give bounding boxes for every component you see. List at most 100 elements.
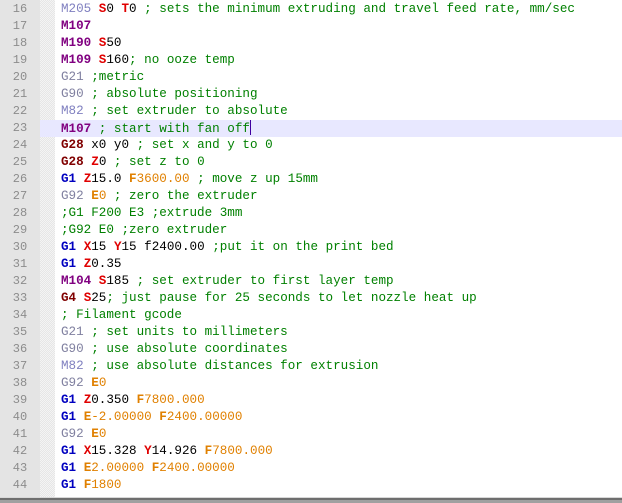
command-token: G1 [61,172,77,186]
value-token: -2.00000 [91,410,152,424]
code-line[interactable]: 17 M107 [0,18,622,35]
line-code[interactable]: G1 E2.00000 F2400.00000 [61,460,235,477]
line-code[interactable]: M107 ; start with fan off [61,120,251,138]
comment-token: ; sets the minimum extruding and travel … [136,2,575,16]
code-line[interactable]: 35 G21 ; set units to millimeters [0,324,622,341]
value-token: x0 y0 [83,138,130,152]
line-code[interactable]: M82 ; use absolute distances for extrusi… [61,358,378,375]
code-line[interactable]: 43 G1 E2.00000 F2400.00000 [0,460,622,477]
value-token [91,53,99,67]
value-token: f2400.00 [136,240,205,254]
value-token: 0.35 [91,257,122,271]
line-code[interactable]: G92 E0 ; zero the extruder [61,188,258,205]
line-code[interactable]: ; Filament gcode [61,307,182,324]
code-line[interactable]: 34 ; Filament gcode [0,307,622,324]
comment-token: ; no ooze temp [129,53,235,67]
code-line[interactable]: 25 G28 Z0 ; set z to 0 [0,154,622,171]
line-code[interactable]: ;G1 F200 E3 ;extrude 3mm [61,205,242,222]
line-code[interactable]: G90 ; absolute positioning [61,86,258,103]
line-number: 29 [12,223,28,237]
command-token: G1 [61,478,77,492]
command-token: G1 [61,257,77,271]
code-lines[interactable]: 16 M205 S0 T0 ; sets the minimum extrudin… [0,1,622,494]
line-code[interactable]: G1 X15.328 Y14.926 F7800.000 [61,443,273,460]
comment-token: ; zero the extruder [106,189,258,203]
line-code[interactable]: G28 x0 y0 ; set x and y to 0 [61,137,273,154]
line-number: 27 [12,189,28,203]
line-number: 42 [12,444,28,458]
line-code[interactable]: G92 E0 [61,426,106,443]
line-code[interactable]: G1 Z15.0 F3600.00 ; move z up 15mm [61,171,318,188]
command-token: G92 [61,189,84,203]
line-code[interactable]: G28 Z0 ; set z to 0 [61,154,205,171]
value-token: 0 [106,2,114,16]
value-token: 15.0 [91,172,122,186]
comment-token: ; move z up 15mm [189,172,318,186]
code-line[interactable]: 39 G1 Z0.350 F7800.000 [0,392,622,409]
code-line[interactable]: 26 G1 Z15.0 F3600.00 ; move z up 15mm [0,171,622,188]
code-line[interactable]: 20 G21 ;metric [0,69,622,86]
code-line[interactable]: 16 M205 S0 T0 ; sets the minimum extrudin… [0,1,622,18]
line-code[interactable]: G1 Z0.35 [61,256,121,273]
code-line[interactable]: 19 M109 S160; no ooze temp [0,52,622,69]
line-code[interactable]: M107 [61,18,91,35]
line-code[interactable]: G1 X15 Y15 f2400.00 ;put it on the print… [61,239,394,256]
code-line[interactable]: 24 G28 x0 y0 ; set x and y to 0 [0,137,622,154]
code-line[interactable]: 22 M82 ; set extruder to absolute [0,103,622,120]
code-line[interactable]: 36 G90 ; use absolute coordinates [0,341,622,358]
line-number: 40 [12,410,28,424]
code-line[interactable]: 30 G1 X15 Y15 f2400.00 ;put it on the pri… [0,239,622,256]
code-line[interactable]: 29 ;G92 E0 ;zero extruder [0,222,622,239]
comment-token: ; absolute positioning [83,87,258,101]
code-line[interactable]: 40 G1 E-2.00000 F2400.00000 [0,409,622,426]
code-line[interactable]: 18 M190 S50 [0,35,622,52]
command-token: M107 [61,122,92,136]
line-number: 39 [12,393,28,407]
line-code[interactable]: G21 ; set units to millimeters [61,324,288,341]
value-token: 3600.00 [136,172,190,186]
line-number: 25 [12,155,28,169]
line-number: 41 [12,427,28,441]
code-line[interactable]: 28 ;G1 F200 E3 ;extrude 3mm [0,205,622,222]
value-token [76,410,84,424]
line-code[interactable]: G1 F1800 [61,477,121,494]
code-line[interactable]: 21 G90 ; absolute positioning [0,86,622,103]
command-token: G21 [61,325,84,339]
value-token [76,172,84,186]
command-token: M82 [61,104,84,118]
comment-token: ;G92 E0 ;zero extruder [61,223,228,237]
value-token: 1800 [91,478,122,492]
code-editor[interactable]: 16 M205 S0 T0 ; sets the minimum extrudin… [0,0,622,497]
code-line[interactable]: 37 M82 ; use absolute distances for extru… [0,358,622,375]
code-line[interactable]: 44 G1 F1800 [0,477,622,494]
command-token: E [91,427,99,441]
code-line[interactable]: 38 G92 E0 [0,375,622,392]
comment-token: ; set z to 0 [106,155,205,169]
code-line[interactable]: 42 G1 X15.328 Y14.926 F7800.000 [0,443,622,460]
line-code[interactable]: G90 ; use absolute coordinates [61,341,288,358]
line-number: 33 [12,291,28,305]
line-number: 38 [12,376,28,390]
line-code[interactable]: G4 S25; just pause for 25 seconds to let… [61,290,477,307]
code-line-current[interactable]: 23 M107 ; start with fan off [0,120,622,137]
code-line[interactable]: 33 G4 S25; just pause for 25 seconds to l… [0,290,622,307]
code-line[interactable]: 31 G1 Z0.35 [0,256,622,273]
code-line[interactable]: 32 M104 S185 ; set extruder to first laye… [0,273,622,290]
line-code[interactable]: M104 S185 ; set extruder to first layer … [61,273,394,290]
code-line[interactable]: 27 G92 E0 ; zero the extruder [0,188,622,205]
code-line[interactable]: 41 G92 E0 [0,426,622,443]
line-code[interactable]: G1 E-2.00000 F2400.00000 [61,409,242,426]
line-code[interactable]: M109 S160; no ooze temp [61,52,235,69]
line-code[interactable]: M82 ; set extruder to absolute [61,103,288,120]
value-token: 15.328 [91,444,137,458]
value-token [91,274,99,288]
command-token: Y [144,444,152,458]
line-code[interactable]: G1 Z0.350 F7800.000 [61,392,205,409]
command-token: F [159,410,167,424]
line-number: 21 [12,87,28,101]
line-code[interactable]: M205 S0 T0 ; sets the minimum extruding … [61,1,575,18]
line-code[interactable]: G92 E0 [61,375,106,392]
line-code[interactable]: G21 ;metric [61,69,144,86]
line-code[interactable]: M190 S50 [61,35,121,52]
line-code[interactable]: ;G92 E0 ;zero extruder [61,222,227,239]
